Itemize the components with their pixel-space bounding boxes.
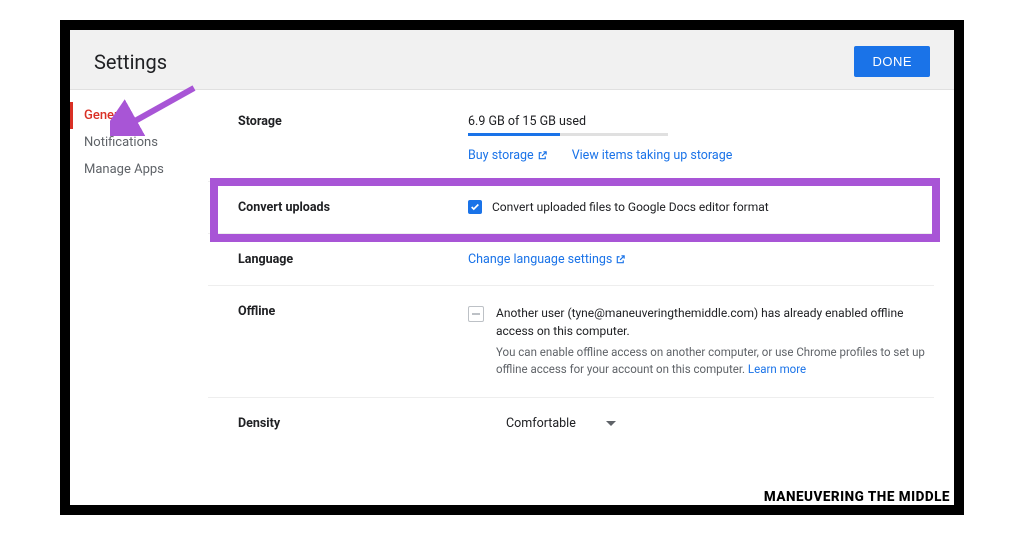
offline-body: Another user (tyne@maneuveringthemiddle.… (468, 304, 934, 379)
view-items-link[interactable]: View items taking up storage (572, 148, 733, 163)
offline-text-block: Another user (tyne@maneuveringthemiddle.… (496, 304, 934, 379)
external-link-icon (615, 254, 626, 265)
done-button[interactable]: DONE (854, 46, 930, 77)
offline-sub-text-span: You can enable offline access on another… (496, 345, 925, 376)
sidebar-item-manage-apps[interactable]: Manage Apps (70, 156, 208, 183)
buy-storage-label: Buy storage (468, 148, 534, 163)
buy-storage-link[interactable]: Buy storage (468, 148, 548, 163)
storage-usage-text: 6.9 GB of 15 GB used (468, 114, 934, 129)
language-body: Change language settings (468, 252, 934, 267)
section-label-storage: Storage (238, 114, 468, 163)
sidebar-item-label: Manage Apps (84, 162, 164, 177)
density-select[interactable]: Comfortable (468, 416, 934, 431)
section-label-density: Density (238, 416, 468, 431)
chevron-down-icon (606, 416, 616, 431)
external-link-icon (537, 150, 548, 161)
density-body: Comfortable (468, 416, 934, 431)
section-label-language: Language (238, 252, 468, 267)
sidebar: General Notifications Manage Apps (70, 90, 208, 509)
convert-checkbox[interactable] (468, 200, 482, 214)
section-storage: Storage 6.9 GB of 15 GB used Buy storage… (208, 96, 934, 182)
storage-links: Buy storage View items taking up storage (468, 148, 934, 163)
watermark: MANEUVERING THE MIDDLE (762, 489, 952, 505)
change-language-link[interactable]: Change language settings (468, 252, 626, 267)
convert-checkbox-row[interactable]: Convert uploaded files to Google Docs ed… (468, 200, 934, 214)
offline-sub-text: You can enable offline access on another… (496, 344, 934, 379)
section-offline: Offline Another user (tyne@maneuveringth… (208, 286, 934, 398)
storage-bar-fill (468, 133, 560, 136)
convert-checkbox-label: Convert uploaded files to Google Docs ed… (492, 200, 769, 214)
header-bar: Settings DONE (70, 30, 954, 90)
section-density: Density Comfortable (208, 398, 934, 449)
sidebar-item-label: Notifications (84, 135, 158, 150)
content-area: Storage 6.9 GB of 15 GB used Buy storage… (208, 90, 954, 509)
view-items-label: View items taking up storage (572, 148, 733, 163)
section-label-convert: Convert uploads (238, 200, 468, 215)
disabled-checkbox-icon (468, 306, 484, 322)
convert-body: Convert uploaded files to Google Docs ed… (468, 200, 934, 215)
storage-bar (468, 133, 668, 136)
section-language: Language Change language settings (208, 234, 934, 286)
offline-learn-more-link[interactable]: Learn more (748, 362, 806, 376)
section-label-offline: Offline (238, 304, 468, 379)
section-convert-uploads: Convert uploads Convert uploaded files t… (208, 182, 934, 234)
density-value: Comfortable (506, 416, 576, 431)
body: General Notifications Manage Apps Storag… (70, 90, 954, 509)
storage-body: 6.9 GB of 15 GB used Buy storage View it… (468, 114, 934, 163)
check-icon (470, 202, 480, 212)
settings-window: Settings DONE General Notifications Mana… (60, 20, 964, 515)
sidebar-item-general[interactable]: General (70, 102, 208, 129)
page-title: Settings (94, 50, 167, 74)
sidebar-item-label: General (84, 108, 129, 123)
sidebar-item-notifications[interactable]: Notifications (70, 129, 208, 156)
change-language-label: Change language settings (468, 252, 612, 267)
offline-main-text: Another user (tyne@maneuveringthemiddle.… (496, 304, 934, 340)
